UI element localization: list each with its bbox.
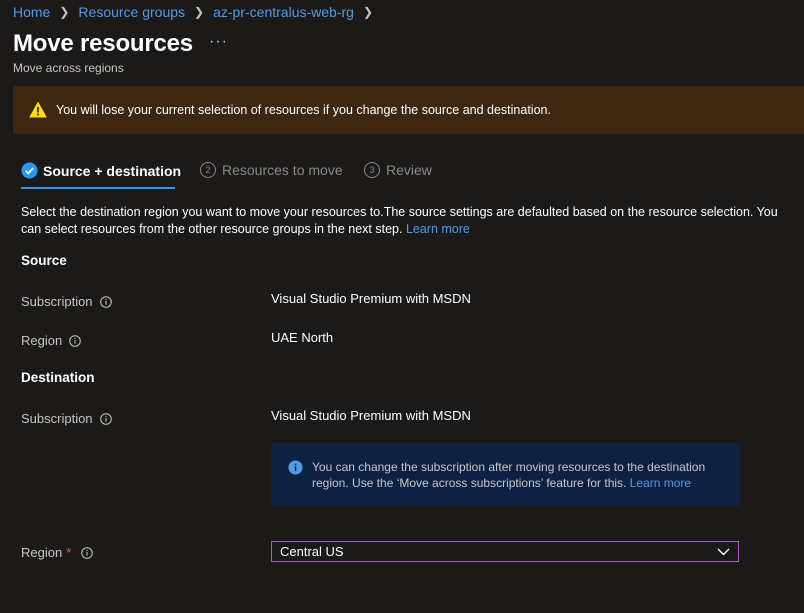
chevron-right-icon: ❯ (59, 5, 70, 19)
step-review[interactable]: 3 Review (364, 162, 432, 178)
description-text: Select the destination region you want t… (21, 205, 778, 236)
breadcrumb-home[interactable]: Home (13, 4, 50, 20)
info-icon[interactable] (99, 412, 112, 425)
label-text: Region (21, 333, 63, 348)
warning-icon (29, 102, 47, 118)
step-number: 2 (200, 162, 216, 178)
step-source-destination[interactable]: Source + destination (21, 162, 181, 179)
breadcrumb-resource-group[interactable]: az-pr-centralus-web-rg (213, 4, 354, 20)
info-filled-icon (288, 460, 303, 475)
info-learn-more-link[interactable]: Learn more (630, 476, 691, 490)
chevron-down-icon (717, 548, 730, 555)
subscription-info-box: You can change the subscription after mo… (271, 443, 740, 506)
chevron-right-icon: ❯ (362, 5, 373, 19)
destination-region-select[interactable]: Central US (271, 541, 739, 562)
check-circle-icon (21, 162, 38, 179)
label-text: Subscription (21, 411, 93, 426)
warning-text: You will lose your current selection of … (56, 103, 551, 117)
breadcrumb: Home ❯ Resource groups ❯ az-pr-centralus… (13, 4, 382, 20)
breadcrumb-resource-groups[interactable]: Resource groups (78, 4, 185, 20)
warning-banner: You will lose your current selection of … (13, 86, 804, 134)
active-step-indicator (21, 187, 175, 189)
region-selected-value: Central US (280, 544, 344, 559)
destination-region-label: Region * (21, 545, 94, 560)
source-subscription-value: Visual Studio Premium with MSDN (271, 291, 471, 306)
destination-heading: Destination (21, 370, 95, 385)
chevron-right-icon: ❯ (194, 5, 205, 19)
info-message: You can change the subscription after mo… (312, 459, 722, 491)
step-label: Review (386, 162, 432, 178)
step-number: 3 (364, 162, 380, 178)
page-title: Move resources (13, 30, 193, 57)
label-text: Subscription (21, 294, 93, 309)
required-marker: * (66, 545, 72, 560)
info-icon[interactable] (69, 334, 82, 347)
more-options-button[interactable]: ··· (209, 33, 228, 51)
step-label: Resources to move (222, 162, 343, 178)
description: Select the destination region you want t… (21, 204, 781, 238)
source-subscription-label: Subscription (21, 294, 112, 309)
source-heading: Source (21, 253, 67, 268)
source-region-label: Region (21, 333, 82, 348)
learn-more-link[interactable]: Learn more (406, 222, 470, 236)
step-label: Source + destination (43, 162, 182, 179)
info-icon[interactable] (99, 295, 112, 308)
info-icon[interactable] (81, 546, 94, 559)
step-resources-to-move[interactable]: 2 Resources to move (200, 162, 343, 178)
page-subtitle: Move across regions (13, 61, 124, 75)
destination-subscription-value: Visual Studio Premium with MSDN (271, 408, 471, 423)
label-text: Region (21, 545, 63, 560)
destination-subscription-label: Subscription (21, 411, 112, 426)
source-region-value: UAE North (271, 330, 334, 345)
